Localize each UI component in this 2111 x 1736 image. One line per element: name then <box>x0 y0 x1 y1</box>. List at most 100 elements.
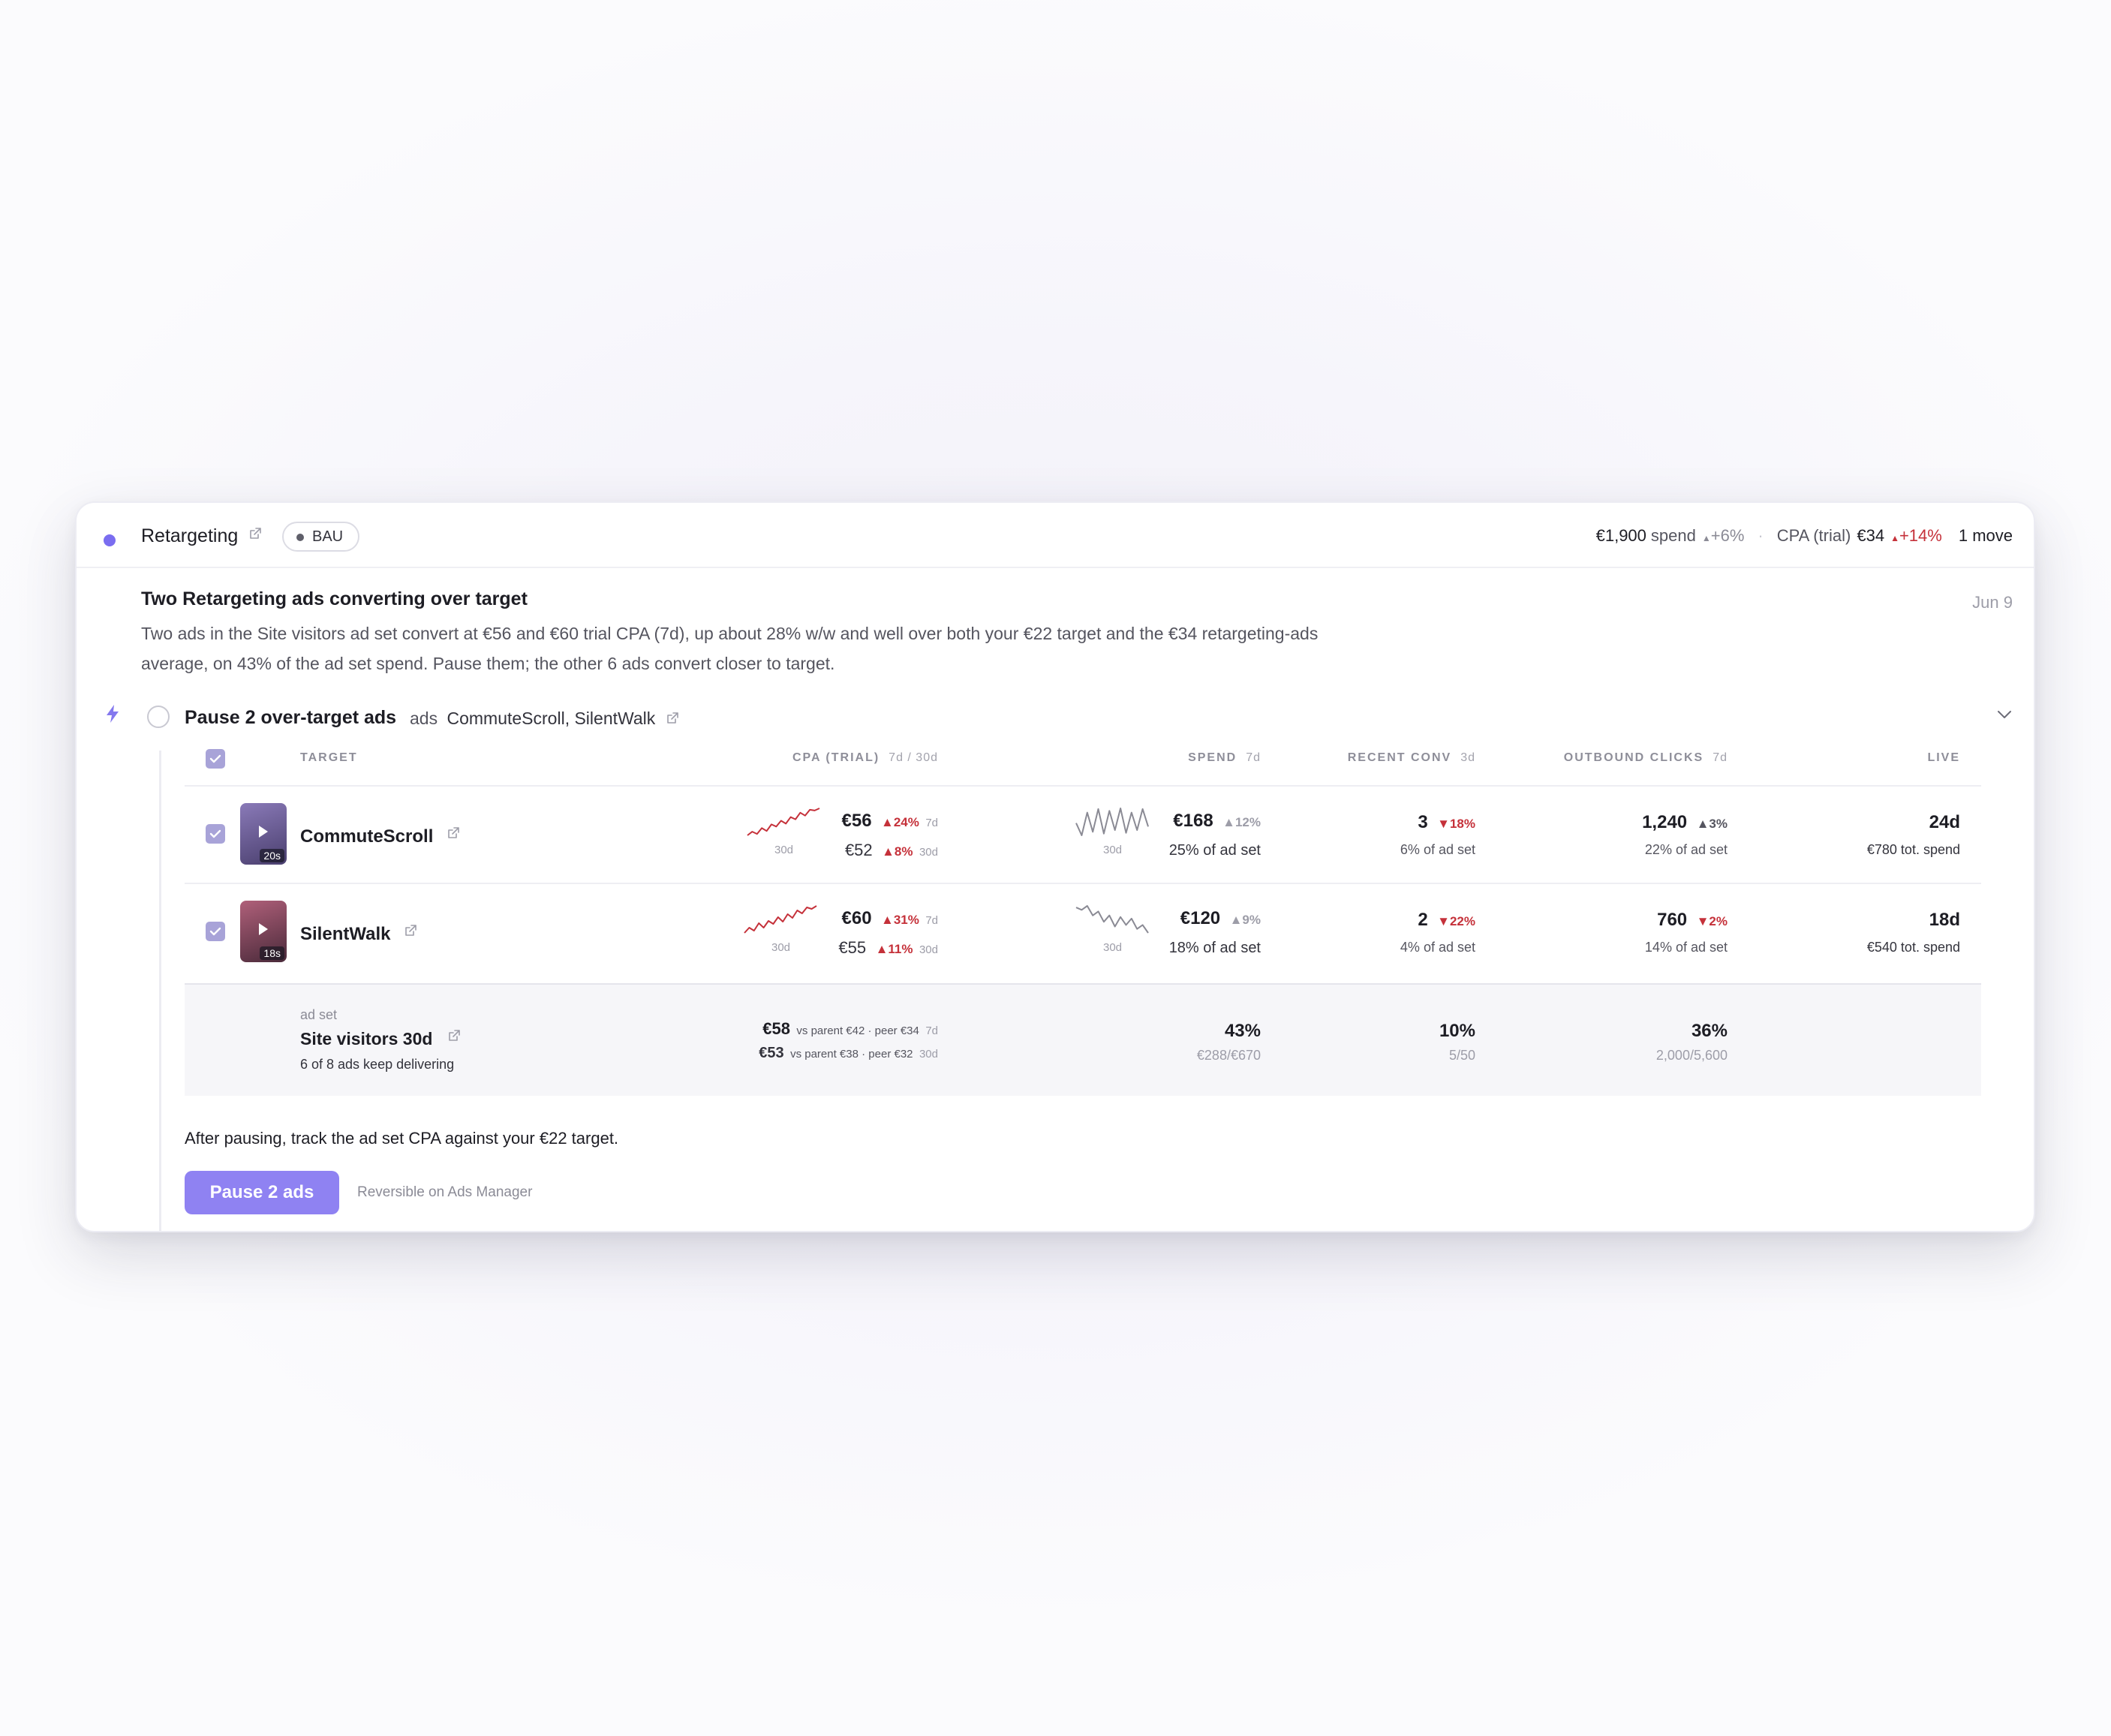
cpa-sparkline <box>747 808 820 836</box>
ad-name: SilentWalk <box>300 924 391 944</box>
recent-conv: 3 ▼18% <box>1418 812 1475 833</box>
adset-clicks-share: 36% <box>1691 1021 1728 1041</box>
ad-thumbnail[interactable]: 20s <box>240 803 287 865</box>
spend-delta: ▲12% <box>1222 815 1261 829</box>
cpa-7d-value: €60 <box>841 908 872 928</box>
ad-name: CommuteScroll <box>300 826 434 847</box>
header-divider <box>77 567 2034 568</box>
adset-cpa-30d-value: €53 <box>759 1045 784 1061</box>
col-target: TARGET <box>300 751 358 764</box>
spend-sparkline <box>1075 905 1149 934</box>
conv-value: 2 <box>1418 910 1428 930</box>
spend-delta: ▲9% <box>1229 913 1261 927</box>
adset-kind: ad set <box>300 1007 338 1022</box>
campaign-name-link[interactable]: Retargeting <box>141 525 263 547</box>
spend-sparkline-line <box>1075 808 1149 836</box>
ad-name-link[interactable]: CommuteScroll <box>300 826 461 847</box>
cpa-30d: €55 ▲11% 30d <box>838 938 938 958</box>
play-icon <box>259 826 268 838</box>
cpa-7d: €60 ▲31% 7d <box>842 908 939 929</box>
action-ads: ads CommuteScroll, SilentWalk <box>410 709 680 729</box>
cpa-30d-value: €52 <box>844 841 873 859</box>
action-complete-radio[interactable] <box>147 706 170 728</box>
sparkline-period: 30d <box>774 844 794 856</box>
spend-share: 18% of ad set <box>1168 940 1261 956</box>
cpa-value: €34 <box>1857 526 1885 545</box>
outbound-clicks: 760 ▼2% <box>1657 910 1728 931</box>
external-link-icon[interactable] <box>403 923 418 938</box>
external-link-icon[interactable] <box>447 1028 462 1043</box>
cpa-sparkline-line <box>744 905 817 934</box>
ad-name-link[interactable]: SilentWalk <box>300 923 418 945</box>
adset-cpa-30d: €53 vs parent €38 · peer €32 30d <box>759 1045 938 1062</box>
col-cpa: CPA (TRIAL) 7d / 30d <box>792 751 938 765</box>
spend-label: spend <box>1650 526 1696 545</box>
clicks-value: 1,240 <box>1642 812 1688 832</box>
live-total-spend: €780 tot. spend <box>1866 842 1960 857</box>
spend-delta-arrow: ▲ <box>1701 533 1711 543</box>
cpa-30d-period: 30d <box>919 846 938 859</box>
cpa-delta: +14% <box>1899 526 1942 545</box>
col-clicks: OUTBOUND CLICKS 7d <box>1564 751 1728 765</box>
cpa-delta-arrow: ▲ <box>1890 533 1899 543</box>
live-days: 18d <box>1929 910 1960 930</box>
cpa-7d-period: 7d <box>925 914 938 927</box>
external-link-icon[interactable] <box>446 826 461 841</box>
cpa-30d-delta: ▲11% <box>875 942 913 956</box>
col-spend-label: SPEND <box>1188 751 1237 764</box>
adset-cpa-7d: €58 vs parent €42 · peer €34 7d <box>762 1019 938 1039</box>
sparkline-period: 30d <box>1103 941 1123 954</box>
adset-cpa-7d-period: 7d <box>925 1024 938 1037</box>
cpa-30d-value: €55 <box>838 938 867 957</box>
recommendation-card: Retargeting BAU €1,900 spend ▲ +6% · CPA… <box>75 501 2035 1232</box>
header-metrics: €1,900 spend ▲ +6% · CPA (trial) €34 ▲ +… <box>1596 526 2013 546</box>
spend-share: 25% of ad set <box>1168 842 1261 859</box>
action-title: Pause 2 over-target ads <box>185 707 397 728</box>
adset-cpa-30d-period: 30d <box>919 1048 938 1061</box>
adset-conv-share: 10% <box>1439 1021 1475 1041</box>
bolt-icon <box>105 704 120 727</box>
col-spend: SPEND 7d <box>1188 751 1261 765</box>
cpa-30d-delta: ▲8% <box>882 844 913 859</box>
campaign-status-dot <box>104 534 116 546</box>
header-divider <box>185 785 1981 787</box>
separator-dot: · <box>1758 526 1764 545</box>
adset-cpa-7d-value: €58 <box>762 1019 790 1038</box>
col-conv-label: RECENT CONV <box>1347 751 1452 764</box>
adset-clicks-detail: 2,000/5,600 <box>1655 1048 1728 1063</box>
insight-description: Two ads in the Site visitors ad set conv… <box>141 624 1319 673</box>
external-link-icon[interactable] <box>248 526 263 541</box>
spend-delta: +6% <box>1710 526 1745 545</box>
adset-cpa-30d-context: vs parent €38 · peer €32 <box>790 1048 913 1061</box>
adset-name-link[interactable]: Site visitors 30d <box>300 1028 462 1049</box>
cpa-30d-period: 30d <box>919 943 938 956</box>
footer-rail <box>159 1126 161 1231</box>
sparkline-period: 30d <box>771 941 791 954</box>
cpa-7d-value: €56 <box>841 811 872 831</box>
col-spend-sub: 7d <box>1246 751 1261 764</box>
adset-name: Site visitors 30d <box>300 1029 433 1049</box>
col-clicks-sub: 7d <box>1713 751 1728 764</box>
cpa-7d-delta: ▲31% <box>881 913 919 927</box>
ads-list[interactable]: CommuteScroll, SilentWalk <box>447 709 655 728</box>
targets-table: TARGET CPA (TRIAL) 7d / 30d SPEND 7d RECEN… <box>185 749 1981 1096</box>
external-link-icon[interactable] <box>665 711 680 726</box>
pause-ads-button[interactable]: Pause 2 ads <box>185 1171 339 1214</box>
video-duration: 20s <box>260 849 284 862</box>
row-checkbox[interactable] <box>206 922 225 941</box>
bau-badge: BAU <box>282 522 360 552</box>
col-conv: RECENT CONV 3d <box>1348 751 1475 765</box>
reversible-note: Reversible on Ads Manager <box>357 1184 533 1200</box>
clicks-delta: ▲3% <box>1696 817 1728 831</box>
row-divider <box>185 883 1981 884</box>
chevron-down-icon[interactable] <box>1996 709 2013 724</box>
ad-thumbnail[interactable]: 18s <box>240 901 287 962</box>
col-live: LIVE <box>1927 751 1960 764</box>
moves-count[interactable]: 1 move <box>1959 526 2013 546</box>
insight-title: Two Retargeting ads converting over targ… <box>141 588 528 609</box>
select-all-checkbox[interactable] <box>206 749 225 769</box>
ads-prefix: ads <box>410 709 438 728</box>
recent-conv: 2 ▼22% <box>1418 910 1475 931</box>
row-checkbox[interactable] <box>206 824 225 844</box>
clicks-delta: ▼2% <box>1696 914 1728 928</box>
